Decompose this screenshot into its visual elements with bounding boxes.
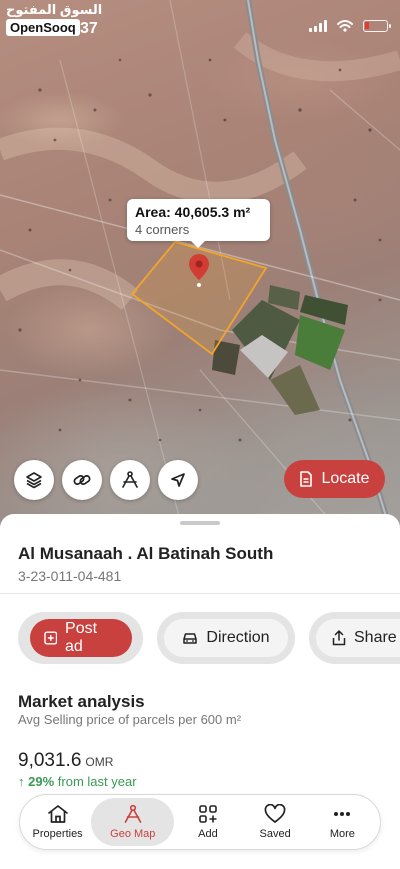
battery-level [365, 22, 369, 29]
divider [0, 593, 400, 594]
battery-icon [363, 20, 391, 32]
nav-add-label: Add [198, 828, 218, 840]
document-icon [300, 471, 313, 487]
link-icon [73, 475, 91, 485]
post-ad-label: Post ad [65, 620, 98, 655]
more-icon [334, 812, 351, 816]
share-icon [332, 630, 346, 646]
corners-count: 4 corners [135, 222, 190, 237]
heart-icon [264, 804, 286, 823]
parcel-code: 3-23-011-04-481 [18, 568, 122, 584]
sheet-grabber[interactable] [180, 521, 220, 525]
post-ad-button-wrap: Post ad [18, 612, 143, 664]
plus-square-icon [43, 631, 57, 645]
measure-button[interactable] [110, 460, 150, 500]
add-grid-icon [199, 805, 217, 823]
navigate-icon [171, 473, 185, 487]
locate-label: Locate [321, 470, 370, 487]
change-text: from last year [57, 774, 137, 789]
direction-button[interactable]: Direction [164, 619, 288, 657]
status-bar: السوق المفتوح OpenSooq 37 [0, 0, 400, 44]
wifi-icon [337, 20, 353, 32]
share-button[interactable]: Share [316, 619, 400, 657]
nav-geo-map[interactable]: Geo Map [91, 798, 175, 846]
nav-more-label: More [329, 828, 355, 840]
nav-saved[interactable]: Saved [242, 798, 309, 846]
nav-saved-label: Saved [259, 828, 291, 840]
satellite-map[interactable]: السوق المفتوح OpenSooq 37 Area: 40,605.3… [0, 0, 400, 530]
car-icon [183, 633, 198, 644]
post-ad-button[interactable]: Post ad [29, 619, 132, 657]
nav-geo-map-label: Geo Map [110, 828, 156, 840]
signal-icon [309, 20, 327, 32]
location-title: Al Musanaah . Al Batinah South [18, 544, 274, 563]
measure-icon [122, 471, 138, 488]
market-analysis-subtitle: Avg Selling price of parcels per 600 m² [18, 712, 242, 727]
home-icon [47, 805, 68, 823]
direction-button-wrap: Direction [157, 612, 295, 664]
avg-price: 9,031.6 OMR [18, 750, 113, 772]
share-label: Share [354, 629, 397, 646]
area-value: Area: 40,605.3 m² [135, 204, 251, 220]
navigate-button[interactable] [158, 460, 198, 500]
map-features [0, 0, 400, 530]
price-change: ↑ 29% from last year [18, 774, 137, 789]
brand-arabic: السوق المفتوح [6, 2, 103, 17]
area-tooltip: Area: 40,605.3 m² 4 corners [127, 199, 270, 248]
direction-label: Direction [206, 629, 270, 646]
locate-button[interactable]: Locate [284, 460, 385, 498]
share-button-wrap: Share [309, 612, 400, 664]
nav-properties[interactable]: Properties [24, 798, 91, 846]
nav-properties-label: Properties [32, 828, 83, 840]
nav-add[interactable]: Add [174, 798, 241, 846]
brand-name: OpenSooq [6, 19, 80, 36]
bottom-nav: Properties Geo Map Add Saved More [19, 794, 381, 850]
up-arrow-icon: ↑ [18, 774, 25, 789]
status-time: 37 [80, 20, 98, 37]
layers-icon [26, 472, 42, 489]
nav-more[interactable]: More [309, 798, 376, 846]
layers-button[interactable] [14, 460, 54, 500]
link-button[interactable] [62, 460, 102, 500]
price-value: 9,031.6 [18, 750, 82, 771]
market-analysis-title: Market analysis [18, 692, 145, 711]
price-currency: OMR [85, 755, 114, 769]
compass-icon [124, 804, 142, 823]
change-percent: 29% [28, 774, 55, 789]
